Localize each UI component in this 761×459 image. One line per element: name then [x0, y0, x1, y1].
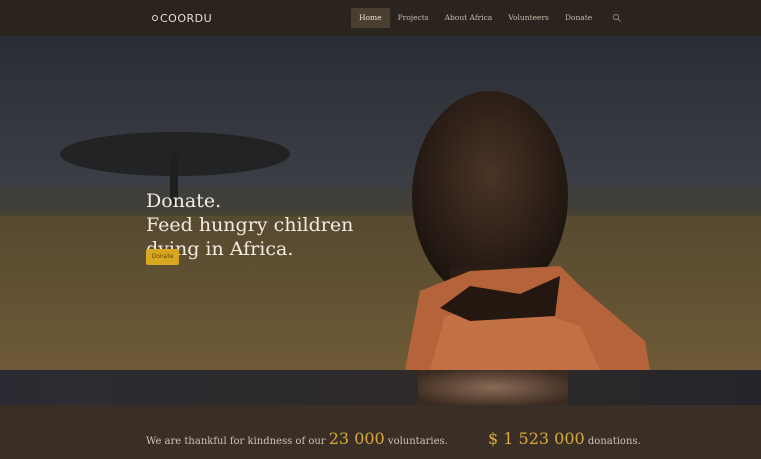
menu-item-about-africa[interactable]: About Africa	[437, 8, 501, 28]
donations-amount: $ 1 523 000	[488, 429, 585, 448]
search-icon[interactable]	[612, 13, 622, 23]
logo-text: COORDU	[160, 11, 213, 25]
main-menu: Home Projects About Africa Volunteers Do…	[351, 8, 622, 28]
strip-image	[0, 370, 761, 405]
hero-line-2: Feed hungry children	[146, 214, 354, 236]
hero-image	[0, 36, 761, 370]
hero-banner: Donate. Feed hungry children dying in Af…	[0, 36, 761, 370]
menu-item-projects[interactable]: Projects	[390, 8, 437, 28]
donate-button[interactable]: Donate	[146, 249, 179, 265]
navbar: COORDU Home Projects About Africa Volunt…	[0, 0, 761, 36]
menu-item-home[interactable]: Home	[351, 8, 390, 28]
volunteers-stat: We are thankful for kindness of our 23 0…	[146, 429, 448, 448]
hero-line-1: Donate.	[146, 190, 222, 212]
logo-icon	[152, 15, 158, 21]
donations-stat: $ 1 523 000 donations.	[488, 429, 641, 448]
volunteers-suffix: voluntaries.	[387, 436, 448, 447]
logo[interactable]: COORDU	[152, 10, 212, 26]
image-strip	[0, 370, 761, 405]
menu-item-donate[interactable]: Donate	[557, 8, 600, 28]
menu-item-volunteers[interactable]: Volunteers	[500, 8, 557, 28]
volunteers-prefix: We are thankful for kindness of our	[146, 436, 326, 447]
stats-bar: We are thankful for kindness of our 23 0…	[0, 405, 761, 459]
volunteers-count: 23 000	[328, 429, 385, 448]
donations-suffix: donations.	[587, 436, 641, 447]
